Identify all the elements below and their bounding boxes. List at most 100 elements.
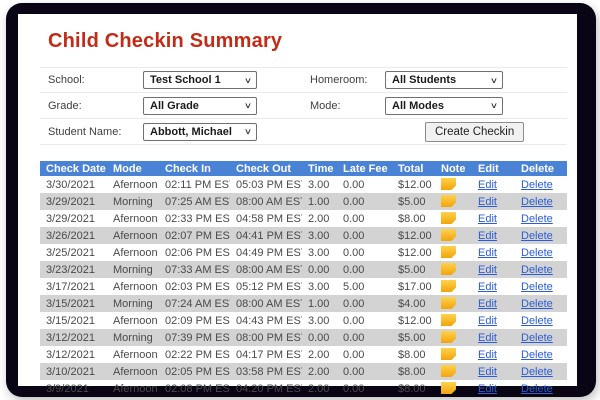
delete-link[interactable]: Delete (521, 213, 553, 225)
delete-link[interactable]: Delete (521, 383, 553, 395)
sticky-note-icon[interactable] (441, 195, 456, 207)
edit-link[interactable]: Edit (478, 315, 497, 327)
column-header-late-fee: Late Fee (337, 161, 392, 176)
delete-cell: Delete (515, 380, 567, 397)
time-cell: 2.00 (302, 380, 337, 397)
edit-cell: Edit (472, 346, 515, 363)
table-row: 3/12/2021Afernoon02:22 PM EST04:17 PM ES… (40, 346, 567, 363)
sticky-note-icon[interactable] (441, 178, 456, 190)
edit-cell: Edit (472, 295, 515, 312)
late-fee-cell: 0.00 (337, 329, 392, 346)
homeroom-filter: Homeroom: All Students ∨ (302, 71, 567, 89)
note-cell (435, 346, 472, 363)
column-header-check-in: Check In (159, 161, 230, 176)
create-checkin-button[interactable]: Create Checkin (425, 122, 524, 142)
chevron-down-icon: ∨ (244, 127, 252, 136)
check-in-cell: 07:39 PM EST (159, 329, 230, 346)
column-header-note: Note (435, 161, 472, 176)
edit-link[interactable]: Edit (478, 281, 497, 293)
table-row: 3/25/2021Afernoon02:06 PM EST04:49 PM ES… (40, 244, 567, 261)
delete-cell: Delete (515, 278, 567, 295)
edit-link[interactable]: Edit (478, 179, 497, 191)
column-header-edit: Edit (472, 161, 515, 176)
edit-link[interactable]: Edit (478, 349, 497, 361)
delete-link[interactable]: Delete (521, 196, 553, 208)
edit-link[interactable]: Edit (478, 230, 497, 242)
sticky-note-icon[interactable] (441, 314, 456, 326)
sticky-note-icon[interactable] (441, 348, 456, 360)
check-date-cell: 3/29/2021 (40, 210, 107, 227)
edit-link[interactable]: Edit (478, 383, 497, 395)
edit-link[interactable]: Edit (478, 196, 497, 208)
table-row: 3/10/2021Afernoon02:05 PM EST03:58 PM ES… (40, 363, 567, 380)
delete-link[interactable]: Delete (521, 264, 553, 276)
chevron-down-icon: ∨ (490, 101, 498, 110)
edit-cell: Edit (472, 380, 515, 397)
edit-link[interactable]: Edit (478, 298, 497, 310)
sticky-note-icon[interactable] (441, 331, 456, 343)
table-row: 3/29/2021Afernoon02:33 PM EST04:58 PM ES… (40, 210, 567, 227)
note-cell (435, 363, 472, 380)
table-row: 3/29/2021Morning07:25 AM EST08:00 AM EST… (40, 193, 567, 210)
edit-link[interactable]: Edit (478, 264, 497, 276)
late-fee-cell: 0.00 (337, 380, 392, 397)
delete-link[interactable]: Delete (521, 332, 553, 344)
sticky-note-icon[interactable] (441, 229, 456, 241)
grade-filter: Grade: All Grade ∨ (40, 97, 302, 115)
sticky-note-icon[interactable] (441, 365, 456, 377)
student-name-select[interactable]: Abbott, Michael ∨ (143, 123, 257, 141)
total-cell: $8.00 (392, 363, 435, 380)
homeroom-select[interactable]: All Students ∨ (385, 71, 503, 89)
check-date-cell: 3/9/2021 (40, 380, 107, 397)
note-cell (435, 329, 472, 346)
delete-link[interactable]: Delete (521, 366, 553, 378)
edit-cell: Edit (472, 278, 515, 295)
column-header-delete: Delete (515, 161, 567, 176)
late-fee-cell: 0.00 (337, 346, 392, 363)
edit-link[interactable]: Edit (478, 366, 497, 378)
mode-filter: Mode: All Modes ∨ (302, 97, 567, 115)
delete-link[interactable]: Delete (521, 230, 553, 242)
delete-link[interactable]: Delete (521, 315, 553, 327)
delete-link[interactable]: Delete (521, 298, 553, 310)
total-cell: $17.00 (392, 278, 435, 295)
delete-link[interactable]: Delete (521, 179, 553, 191)
sticky-note-icon[interactable] (441, 212, 456, 224)
total-cell: $8.00 (392, 380, 435, 397)
column-header-time: Time (302, 161, 337, 176)
time-cell: 1.00 (302, 193, 337, 210)
note-cell (435, 244, 472, 261)
column-header-mode: Mode (107, 161, 159, 176)
late-fee-cell: 0.00 (337, 244, 392, 261)
time-cell: 1.00 (302, 295, 337, 312)
note-cell (435, 210, 472, 227)
edit-link[interactable]: Edit (478, 247, 497, 259)
total-cell: $12.00 (392, 312, 435, 329)
check-in-cell: 07:25 AM EST (159, 193, 230, 210)
check-out-cell: 04:17 PM EST (230, 346, 302, 363)
delete-link[interactable]: Delete (521, 349, 553, 361)
filter-row: Student Name: Abbott, Michael ∨ Create C… (40, 119, 567, 145)
sticky-note-icon[interactable] (441, 246, 456, 258)
table-header-row: Check DateModeCheck InCheck OutTimeLate … (40, 161, 567, 176)
grade-select[interactable]: All Grade ∨ (143, 97, 257, 115)
delete-link[interactable]: Delete (521, 281, 553, 293)
edit-link[interactable]: Edit (478, 332, 497, 344)
sticky-note-icon[interactable] (441, 280, 456, 292)
sticky-note-icon[interactable] (441, 263, 456, 275)
check-out-cell: 05:03 PM EST (230, 176, 302, 193)
sticky-note-icon[interactable] (441, 382, 456, 394)
chevron-down-icon: ∨ (244, 76, 252, 85)
school-select[interactable]: Test School 1 ∨ (143, 71, 257, 89)
sticky-note-icon[interactable] (441, 297, 456, 309)
mode-select-value: All Modes (392, 100, 444, 112)
student-name-filter: Student Name: Abbott, Michael ∨ (40, 123, 302, 141)
mode-select[interactable]: All Modes ∨ (385, 97, 503, 115)
table-row: 3/15/2021Afernoon02:09 PM EST04:43 PM ES… (40, 312, 567, 329)
delete-cell: Delete (515, 193, 567, 210)
note-cell (435, 227, 472, 244)
edit-link[interactable]: Edit (478, 213, 497, 225)
delete-link[interactable]: Delete (521, 247, 553, 259)
total-cell: $8.00 (392, 346, 435, 363)
late-fee-cell: 0.00 (337, 261, 392, 278)
